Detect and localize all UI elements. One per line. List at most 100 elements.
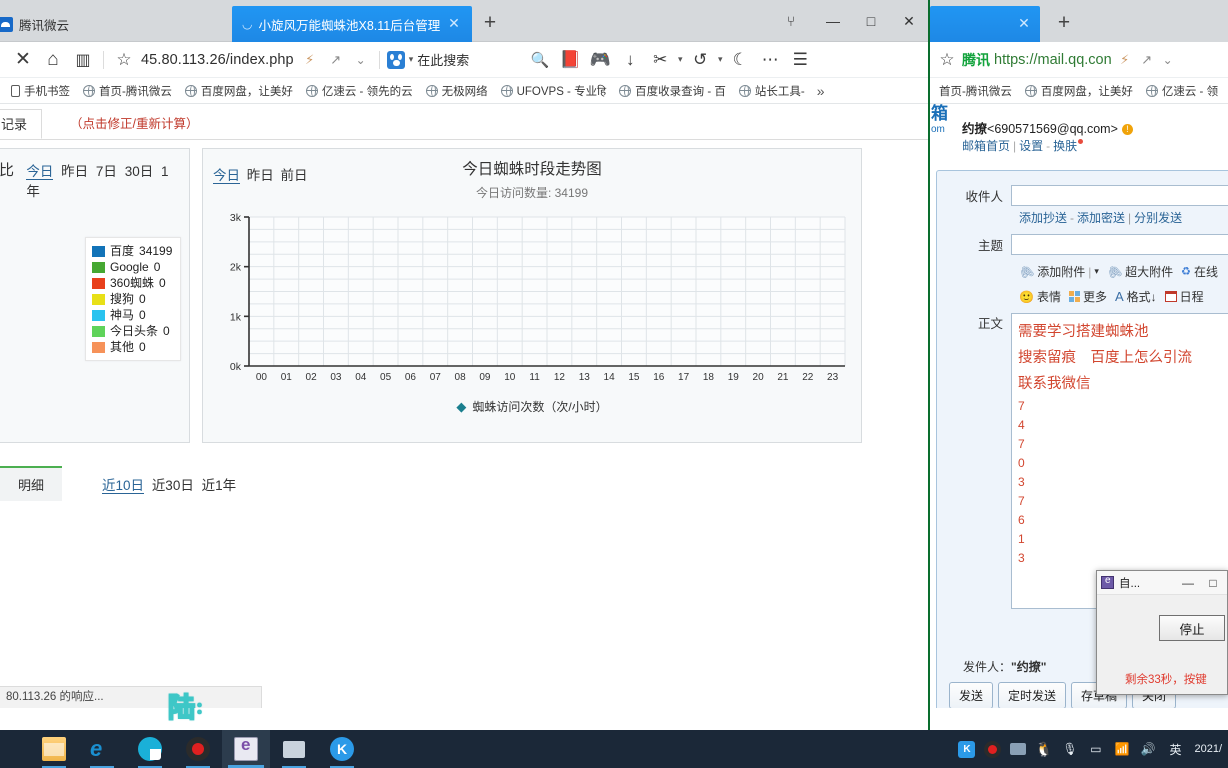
minimize-button[interactable]: — bbox=[1178, 576, 1198, 590]
bookmark-item[interactable]: 手机书签 bbox=[6, 82, 75, 100]
mic-icon[interactable]: 🎙 bbox=[1061, 741, 1078, 758]
search-input[interactable]: 在此搜索 bbox=[417, 50, 469, 69]
lightning-icon[interactable]: ⚡ bbox=[300, 46, 320, 74]
minimize-button[interactable]: — bbox=[818, 9, 848, 33]
browser-tab-qqmail[interactable]: ✕ bbox=[930, 6, 1040, 42]
penguin-icon[interactable]: 🐧 bbox=[1035, 741, 1052, 758]
wifi-icon[interactable]: 📶 bbox=[1113, 741, 1130, 758]
bookmark-star-icon[interactable]: ☆ bbox=[113, 46, 135, 74]
close-button[interactable]: ✕ bbox=[894, 9, 924, 33]
browser-tab-weiyun[interactable]: 腾讯微云 bbox=[0, 6, 158, 42]
online-doc-button[interactable]: ♻ 在线 bbox=[1181, 263, 1218, 280]
bookmark-item[interactable]: 百度网盘，让美好 bbox=[1020, 82, 1138, 100]
clock[interactable]: 2021/ bbox=[1194, 743, 1222, 756]
large-attachment-button[interactable]: 🖇 超大附件 bbox=[1105, 262, 1173, 281]
more-icon[interactable]: ⋯ bbox=[755, 46, 785, 74]
body-editor[interactable]: 需要学习搭建蜘蛛池 搜索留痕 百度上怎么引流 联系我微信 7 4 7 0 3 7… bbox=[1011, 313, 1228, 609]
mail-settings-link[interactable]: 设置 bbox=[1019, 139, 1043, 153]
game-icon[interactable]: 🎮 bbox=[585, 46, 615, 74]
range-yesterday[interactable]: 昨日 bbox=[61, 164, 88, 179]
bookmark-item[interactable]: 百度收录查询 - 百 bbox=[614, 82, 731, 100]
more-button[interactable]: 更多 bbox=[1068, 288, 1107, 305]
ime-icon[interactable]: 英 bbox=[1165, 741, 1185, 758]
format-button[interactable]: A 格式↓ bbox=[1115, 288, 1157, 305]
add-attachment-button[interactable]: 🖇 添加附件 | ▾ bbox=[1017, 262, 1099, 281]
download-icon[interactable]: ↓ bbox=[615, 46, 645, 74]
stop-button[interactable]: 停止 bbox=[1159, 615, 1225, 641]
bookmark-item[interactable]: 首页-腾讯微云 bbox=[934, 82, 1017, 100]
home-icon[interactable]: ⌂ bbox=[38, 46, 68, 74]
url-text[interactable]: https://mail.qq.con bbox=[994, 52, 1112, 68]
favorites-icon[interactable]: 📕 bbox=[555, 46, 585, 74]
battery-icon[interactable]: ▭ bbox=[1087, 741, 1104, 758]
taskbar-item-internet-explorer[interactable]: e bbox=[78, 730, 126, 768]
tab-records[interactable]: 记录 bbox=[0, 109, 43, 139]
kingsoft-tray-icon[interactable]: K bbox=[958, 740, 976, 758]
mail-home-link[interactable]: 邮箱首页 bbox=[962, 139, 1010, 153]
cut-icon[interactable]: ✂ bbox=[645, 46, 675, 74]
detail-range-1y[interactable]: 近1年 bbox=[202, 478, 237, 493]
bookmark-item[interactable]: 首页-腾讯微云 bbox=[78, 82, 177, 100]
range-today[interactable]: 今日 bbox=[26, 164, 54, 180]
bookmark-star-icon[interactable]: ☆ bbox=[936, 46, 958, 74]
maximize-button[interactable]: □ bbox=[1203, 576, 1223, 590]
taskbar-item-qq-browser[interactable] bbox=[126, 730, 174, 768]
chevron-down-icon[interactable]: ▾ bbox=[1094, 266, 1099, 277]
share-icon[interactable]: ↗ bbox=[326, 46, 346, 74]
chevron-down-icon[interactable]: ▾ bbox=[715, 46, 725, 74]
chevron-down-icon[interactable]: ⌄ bbox=[352, 46, 370, 74]
chevron-down-icon[interactable]: ▾ bbox=[675, 46, 685, 74]
recalculate-link[interactable]: （点击修正/重新计算） bbox=[70, 109, 198, 139]
separate-send-link[interactable]: 分别发送 bbox=[1134, 211, 1182, 225]
range-7d[interactable]: 7日 bbox=[96, 164, 117, 179]
range-30d[interactable]: 30日 bbox=[125, 164, 154, 179]
chart-range-daybefore[interactable]: 前日 bbox=[281, 168, 308, 183]
close-icon[interactable]: ✕ bbox=[446, 16, 462, 32]
send-button[interactable]: 发送 bbox=[949, 682, 994, 708]
search-box[interactable]: ▾ 在此搜索 bbox=[386, 50, 469, 69]
reader-icon[interactable]: ▥ bbox=[68, 46, 98, 74]
chart-range-yesterday[interactable]: 昨日 bbox=[247, 168, 274, 183]
search-icon[interactable]: 🔍 bbox=[525, 46, 555, 74]
recipient-input[interactable] bbox=[1011, 185, 1228, 206]
address-bar[interactable]: ☆ 45.80.113.26/index.php ⚡ ↗ ⌄ bbox=[109, 46, 374, 74]
new-tab-button[interactable]: + bbox=[1052, 12, 1076, 36]
chart-range-today[interactable]: 今日 bbox=[213, 168, 240, 184]
bookmark-item[interactable]: 无极网络 bbox=[421, 82, 493, 100]
calendar-button[interactable]: 日程 bbox=[1164, 288, 1204, 305]
maximize-button[interactable]: □ bbox=[856, 9, 886, 33]
bookmark-item[interactable]: UFOVPS - 专业हि bbox=[496, 82, 612, 100]
record-tray-icon[interactable] bbox=[984, 740, 1002, 758]
bookmark-item[interactable]: 站长工具- bbox=[734, 82, 810, 100]
share-icon[interactable]: ↗ bbox=[1138, 46, 1156, 74]
screen-tray-icon[interactable] bbox=[1010, 743, 1027, 755]
menu-icon[interactable]: ☰ bbox=[785, 46, 815, 74]
detail-range-10d[interactable]: 近10日 bbox=[102, 477, 145, 494]
browser-tab-spiderpool[interactable]: ◡ 小旋风万能蜘蛛池X8.11后台管理 ✕ bbox=[232, 6, 472, 42]
taskbar-item-kingsoft[interactable]: K bbox=[318, 730, 366, 768]
taskbar-item-edge-legacy[interactable] bbox=[222, 730, 270, 768]
add-bcc-link[interactable]: 添加密送 bbox=[1077, 211, 1125, 225]
detail-range-30d[interactable]: 近30日 bbox=[152, 478, 194, 493]
emoji-button[interactable]: 🙂 表情 bbox=[1019, 288, 1061, 305]
bookmark-item[interactable]: 亿速云 - 领 bbox=[1141, 82, 1223, 100]
night-mode-icon[interactable]: ☾ bbox=[725, 46, 755, 74]
bookmark-item[interactable]: 百度网盘，让美好 bbox=[180, 82, 298, 100]
stop-icon[interactable]: ✕ bbox=[8, 46, 38, 74]
close-icon[interactable]: ✕ bbox=[1016, 16, 1032, 32]
bookmarks-overflow-button[interactable]: » bbox=[813, 83, 829, 99]
schedule-send-button[interactable]: 定时发送 bbox=[998, 682, 1067, 708]
lightning-icon[interactable]: ⚡ bbox=[1116, 46, 1134, 74]
taskbar-item-remote-desktop[interactable] bbox=[270, 730, 318, 768]
chevron-down-icon[interactable]: ▾ bbox=[409, 54, 414, 65]
history-icon[interactable]: ↺ bbox=[685, 46, 715, 74]
taskbar-item-screen-recorder[interactable] bbox=[174, 730, 222, 768]
chevron-down-icon[interactable]: ⌄ bbox=[1160, 46, 1176, 74]
taskbar-item-file-explorer[interactable] bbox=[30, 730, 78, 768]
add-cc-link[interactable]: 添加抄送 bbox=[1019, 211, 1067, 225]
extensions-icon[interactable]: ⑂ bbox=[776, 9, 806, 33]
tab-detail[interactable]: 明细 bbox=[0, 466, 63, 501]
bookmark-item[interactable]: 亿速云 - 领先的云 bbox=[301, 82, 418, 100]
mail-skin-link[interactable]: 换肤 bbox=[1053, 139, 1077, 153]
new-tab-button[interactable]: + bbox=[478, 12, 502, 36]
